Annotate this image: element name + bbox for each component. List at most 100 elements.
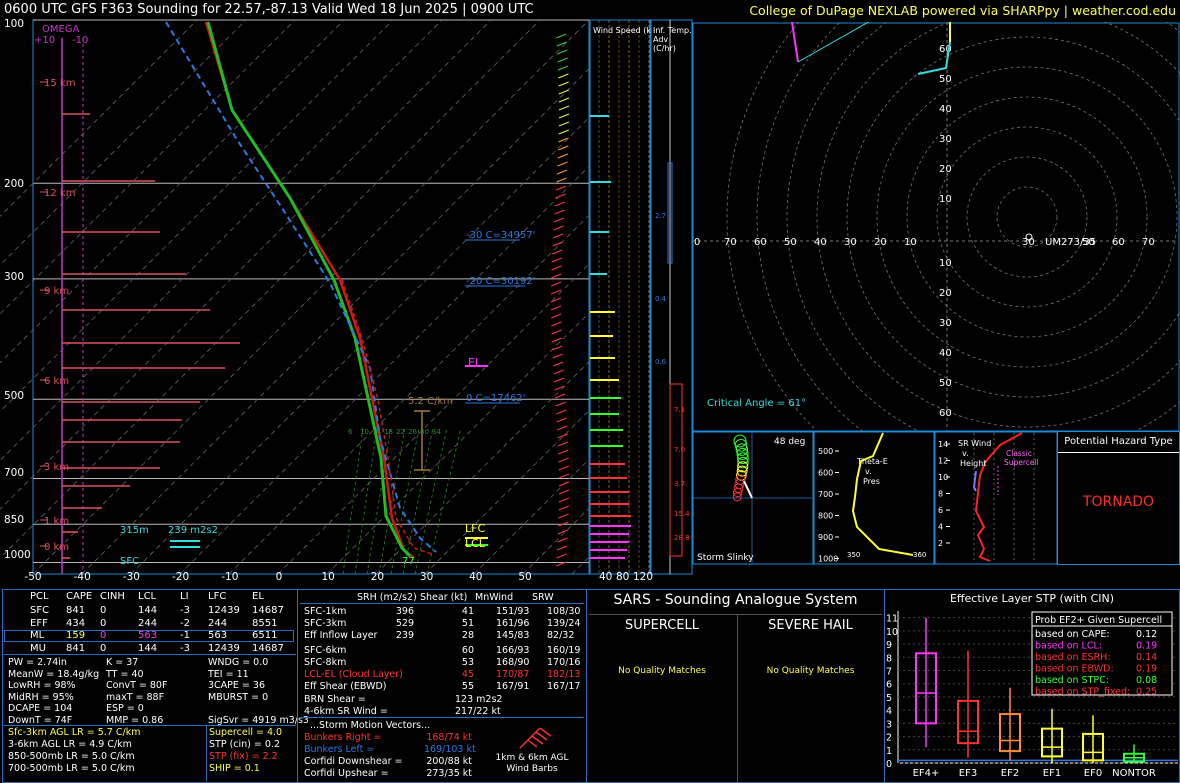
composite-index: Supercell = 4.0	[209, 727, 283, 738]
parcel-header: LI	[180, 591, 189, 602]
thetae-x: 360	[913, 551, 926, 559]
kin-mnwind: 167/91	[496, 681, 530, 692]
it-value: 0.6	[655, 358, 667, 366]
mixing-ratio-label: 22	[396, 428, 405, 436]
kin-srw: 139/24	[547, 618, 581, 629]
parcel-cell: -1	[180, 630, 190, 641]
stp-y-tick: 10	[886, 627, 898, 638]
kin-shear: 41	[461, 606, 474, 617]
parcel-cell: 0	[100, 617, 107, 629]
it-value: 7.1	[674, 406, 685, 414]
svg-text:Pres: Pres	[863, 477, 880, 486]
it-value: 15.4	[674, 510, 690, 518]
kin-shear: 28	[461, 630, 474, 641]
prob-value: 0.08	[1136, 675, 1157, 686]
srwind-h: 6	[938, 506, 943, 515]
mixing-ratio-label: 14	[372, 428, 381, 436]
pressure-label: 1000	[4, 549, 31, 561]
index-cell: ESP = 0	[106, 703, 144, 714]
hodo-y-label: 40	[939, 348, 952, 359]
parcel-cell: -3	[180, 642, 190, 654]
prob-value: 0.12	[1136, 629, 1157, 640]
kin-header: Shear (kt)	[420, 592, 468, 603]
kin-srw: 170/16	[547, 657, 581, 668]
parcel-header: PCL	[30, 591, 49, 602]
kin-label: Eff Shear (EBWD)	[304, 681, 387, 692]
stp-category: NONTOR	[1112, 768, 1156, 779]
pressure-label: 100	[4, 18, 25, 30]
hodo-x-label: 30	[844, 237, 857, 248]
hodo-y-label: 60	[939, 408, 952, 419]
srwind-h: 4	[938, 523, 943, 532]
svg-text:Height: Height	[960, 459, 986, 468]
stp-y-tick: 0	[886, 759, 892, 770]
storm-value: 273/35 kt	[426, 768, 472, 779]
index-cell: MidRH = 95%	[8, 691, 74, 703]
parcel-cell: 841	[66, 642, 86, 654]
svg-text:v.: v.	[962, 449, 969, 458]
kin-srw: 82/32	[547, 630, 575, 641]
parcel-cell: -3	[180, 605, 190, 616]
srh-value: 239 m2s2	[168, 525, 218, 536]
index-cell: maxT = 88F	[106, 691, 165, 703]
parcel-header: CINH	[100, 591, 125, 602]
prob-label: based on STP_fixed:	[1035, 687, 1130, 698]
kin-label: SFC-3km	[304, 618, 347, 629]
el-label: EL	[468, 356, 482, 369]
pressure-label: 200	[4, 178, 25, 190]
composite-index: STP (fix) = 2.2	[209, 751, 278, 762]
temp-label: 40	[469, 571, 483, 583]
hodo-y-label: 30	[939, 134, 952, 145]
hodo-y-label: 10	[939, 258, 952, 269]
height-label: 1 km	[44, 516, 69, 527]
index-cell: 3CAPE = 36	[208, 680, 265, 691]
prob-label: based on LCL:	[1035, 641, 1102, 652]
slinky-label: Storm Slinky	[697, 553, 754, 563]
index-cell: LowRH = 98%	[8, 680, 76, 691]
inf-temp-panel: 2.7 0.4 0.6 7.1 7.0 3.7 15.4 28.8	[650, 19, 693, 575]
index-cell: TT = 40	[106, 668, 144, 680]
parcel-cell: 6511	[252, 630, 278, 641]
stp-y-tick: 6	[886, 680, 892, 691]
it-value: 0.4	[655, 295, 667, 303]
stp-box-chart: 0 1 2 3 4 5 6 7 8 9 10 11 EF4+ EF3 EF2 EF1 EF0 NONTOR Prob…	[886, 611, 1178, 779]
it-value: 3.7	[674, 480, 685, 488]
stp-y-tick: 5	[886, 693, 892, 704]
srwind-h: 2	[938, 539, 943, 548]
stp-category: EF3	[959, 768, 977, 779]
srwind-h: 8	[938, 490, 943, 499]
stp-y-tick: 1	[886, 746, 892, 757]
parcel-cell: 0	[100, 630, 107, 641]
kin-label: Eff Inflow Layer	[304, 630, 378, 641]
temp-label: 20	[370, 571, 385, 583]
parcel-cell: 244	[208, 617, 228, 629]
omega-tick: -10	[72, 35, 88, 46]
hodo-x-label: 10	[904, 237, 917, 248]
mixing-ratio-label: 30	[420, 428, 429, 436]
inf-temp-title: Inf. Temp. Adv (C/hr)	[653, 26, 692, 53]
index-cell: MBURST = 0	[208, 691, 269, 703]
composite-index: STP (cin) = 0.2	[209, 739, 280, 750]
temp-label: -40	[73, 571, 91, 583]
it-value: 7.0	[674, 446, 685, 454]
parcel-cell: 8551	[252, 617, 278, 629]
hodo-x-label: 30	[1022, 237, 1035, 248]
brn-label: BRN Shear =	[304, 694, 366, 705]
prob-value: 0.14	[1136, 652, 1157, 663]
srwind-panel: 1412108642 SR Wind v. Height Classic Sup…	[934, 431, 1058, 565]
c30-label: -30 C=34957'	[466, 230, 535, 241]
parcel-cell: -2	[180, 617, 190, 629]
thetae-panel: 5006007008009001000 350 360 Theta-E v. Pre…	[813, 431, 935, 565]
prob-title: Prob EF2+ Given Supercell	[1035, 615, 1162, 626]
index-cell: MMP = 0.86	[106, 714, 164, 726]
parcel-cell: SFC	[30, 605, 50, 616]
svg-text:Supercell: Supercell	[1004, 458, 1039, 467]
thetae-p: 500	[818, 447, 833, 456]
stp-category: EF2	[1001, 768, 1019, 779]
temp-label: -10	[221, 571, 239, 583]
sars-supercell: SUPERCELL	[625, 618, 699, 633]
storm-value: 169/103 kt	[424, 744, 476, 755]
storm-label: Bunkers Right =	[304, 732, 382, 743]
pressure-label: 300	[4, 271, 25, 283]
lcl-label: LCL	[465, 537, 486, 550]
